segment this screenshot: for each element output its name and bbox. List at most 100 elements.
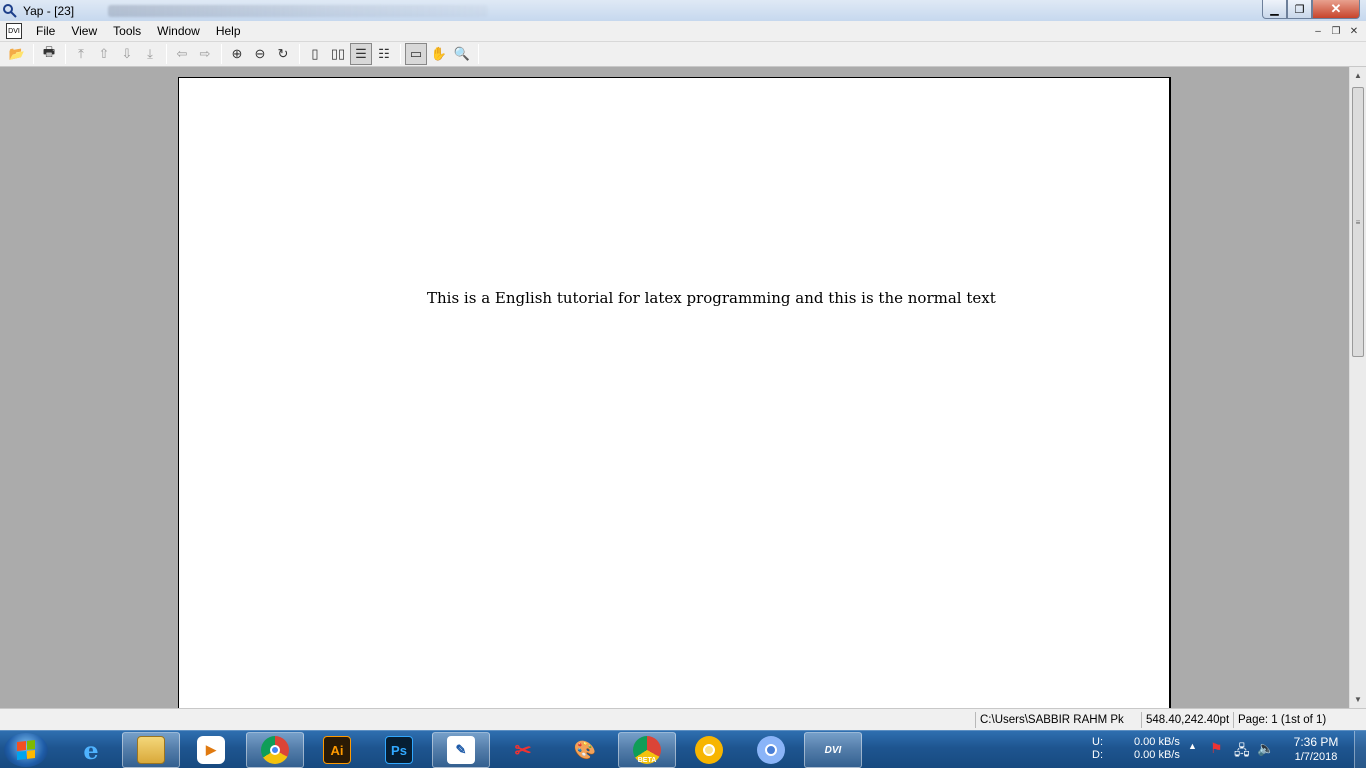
minimize-button[interactable]: ▁ [1262, 0, 1287, 19]
download-label: D: [1092, 749, 1103, 761]
chrome-beta-icon: BETA [633, 736, 661, 764]
network-icon[interactable]: 🖧 [1234, 740, 1250, 768]
dvi-page: This is a English tutorial for latex pro… [178, 77, 1171, 708]
clock-time: 7:36 PM [1293, 735, 1339, 749]
mdi-close-icon[interactable]: ✕ [1346, 24, 1362, 39]
back-icon[interactable]: ⇦ [171, 43, 193, 65]
status-page: Page: 1 (1st of 1) [1233, 712, 1333, 728]
toolbar: 📂 🖶 ⤒ ⇧ ⇩ ⤓ ⇦ ⇨ ⊕ ⊖ ↻ ▯ ▯▯ ☰ ☷ ▭ ✋ 🔍 [0, 42, 1366, 67]
scroll-up-icon[interactable]: ▲ [1350, 67, 1366, 84]
taskbar-chromium[interactable] [742, 732, 800, 768]
toolbar-separator [478, 44, 479, 64]
chrome-icon [261, 736, 289, 764]
menu-view[interactable]: View [63, 21, 105, 42]
network-rates: 0.00 kB/s 0.00 kB/s [1134, 736, 1180, 768]
ruler-icon[interactable]: ▭ [405, 43, 427, 65]
document-view[interactable]: This is a English tutorial for latex pro… [0, 67, 1349, 708]
document-system-menu-icon[interactable]: DVI [6, 23, 22, 39]
taskbar-paint[interactable]: 🎨 [556, 732, 614, 768]
taskbar-yap[interactable]: DVI [804, 732, 862, 768]
first-page-icon[interactable]: ⤒ [70, 43, 92, 65]
close-button[interactable]: ✕ [1312, 0, 1360, 19]
print-icon[interactable]: 🖶 [38, 43, 60, 65]
refresh-icon[interactable]: ↻ [272, 43, 294, 65]
photoshop-icon: Ps [385, 736, 413, 764]
menu-window[interactable]: Window [149, 21, 208, 42]
toolbar-separator [400, 44, 401, 64]
mdi-restore-icon[interactable]: ❐ [1328, 24, 1344, 39]
maximize-icon: ❐ [1294, 3, 1305, 16]
title-bar: Yap - [23] [0, 0, 1366, 21]
mdi-minimize-icon[interactable]: – [1310, 24, 1326, 39]
menu-file[interactable]: File [28, 21, 63, 42]
taskbar-media-player[interactable]: ▶ [182, 732, 240, 768]
yap-dvi-icon: DVI [824, 744, 842, 756]
toolbar-separator [33, 44, 34, 64]
last-page-icon[interactable]: ⤓ [139, 43, 161, 65]
toolbar-separator [221, 44, 222, 64]
double-page-icon[interactable]: ▯▯ [327, 43, 349, 65]
menu-help[interactable]: Help [208, 21, 249, 42]
window-title: Yap - [23] [23, 3, 75, 18]
network-monitor: U: D: [1092, 736, 1103, 768]
download-rate: 0.00 kB/s [1134, 749, 1180, 761]
taskbar: e ▶ Ai Ps ✎ ✂ 🎨 BETA DVI U: D: 0.00 kB/s… [0, 730, 1366, 768]
close-icon: ✕ [1330, 1, 1342, 16]
blurred-title-path [108, 4, 489, 17]
media-player-icon: ▶ [197, 736, 225, 764]
single-page-icon[interactable]: ▯ [304, 43, 326, 65]
illustrator-icon: Ai [323, 736, 351, 764]
continuous-double-icon[interactable]: ☷ [373, 43, 395, 65]
taskbar-ie[interactable]: e [62, 732, 120, 768]
toolbar-separator [65, 44, 66, 64]
chromium-icon [757, 736, 785, 764]
taskbar-chrome[interactable] [246, 732, 304, 768]
maximize-button[interactable]: ❐ [1287, 0, 1312, 19]
continuous-icon[interactable]: ☰ [350, 43, 372, 65]
taskbar-snipping-tool[interactable]: ✂ [494, 732, 552, 768]
chrome-canary-icon [695, 736, 723, 764]
taskbar-chrome-beta[interactable]: BETA [618, 732, 676, 768]
show-desktop-button[interactable] [1354, 731, 1366, 768]
scroll-thumb[interactable]: ≡ [1352, 87, 1364, 357]
clock[interactable]: 7:36 PM 1/7/2018 [1286, 735, 1346, 768]
volume-icon[interactable]: 🔈 [1257, 740, 1274, 768]
minimize-icon: ▁ [1270, 3, 1279, 16]
explorer-icon [137, 736, 165, 764]
yap-app-icon[interactable] [2, 3, 18, 19]
previous-page-icon[interactable]: ⇧ [93, 43, 115, 65]
start-button[interactable] [4, 733, 48, 767]
status-file-path: C:\Users\SABBIR RAHM Pk [975, 712, 1140, 728]
scroll-down-icon[interactable]: ▼ [1350, 691, 1366, 708]
show-hidden-icons-icon[interactable]: ▲ [1188, 741, 1197, 768]
forward-icon[interactable]: ⇨ [194, 43, 216, 65]
taskbar-photoshop[interactable]: Ps [370, 732, 428, 768]
open-icon[interactable]: 📂 [6, 43, 28, 65]
toolbar-separator [166, 44, 167, 64]
upload-label: U: [1092, 736, 1103, 748]
next-page-icon[interactable]: ⇩ [116, 43, 138, 65]
clock-date: 1/7/2018 [1294, 751, 1338, 763]
vertical-scrollbar[interactable]: ▲ ≡ ▼ [1349, 67, 1366, 708]
document-pen-icon: ✎ [447, 736, 475, 764]
action-center-flag-icon[interactable]: ⚑ [1210, 740, 1223, 768]
snipping-tool-icon: ✂ [514, 739, 532, 762]
status-coordinates: 548.40,242.40pt [1141, 712, 1233, 728]
zoom-in-icon[interactable]: ⊕ [226, 43, 248, 65]
page-body-text: This is a English tutorial for latex pro… [427, 289, 996, 307]
zoom-out-icon[interactable]: ⊖ [249, 43, 271, 65]
menu-bar: DVI File View Tools Window Help – ❐ ✕ [0, 21, 1366, 42]
taskbar-illustrator[interactable]: Ai [308, 732, 366, 768]
upload-rate: 0.00 kB/s [1134, 736, 1180, 748]
menu-tools[interactable]: Tools [105, 21, 149, 42]
magnifier-icon[interactable]: 🔍 [451, 43, 473, 65]
ie-icon: e [83, 735, 99, 765]
toolbar-separator [299, 44, 300, 64]
taskbar-explorer[interactable] [122, 732, 180, 768]
windows-logo-icon [17, 740, 35, 760]
status-bar: C:\Users\SABBIR RAHM Pk 548.40,242.40pt … [0, 708, 1366, 730]
paint-icon: 🎨 [573, 739, 597, 760]
hand-tool-icon[interactable]: ✋ [428, 43, 450, 65]
taskbar-document-app[interactable]: ✎ [432, 732, 490, 768]
taskbar-chrome-canary[interactable] [680, 732, 738, 768]
